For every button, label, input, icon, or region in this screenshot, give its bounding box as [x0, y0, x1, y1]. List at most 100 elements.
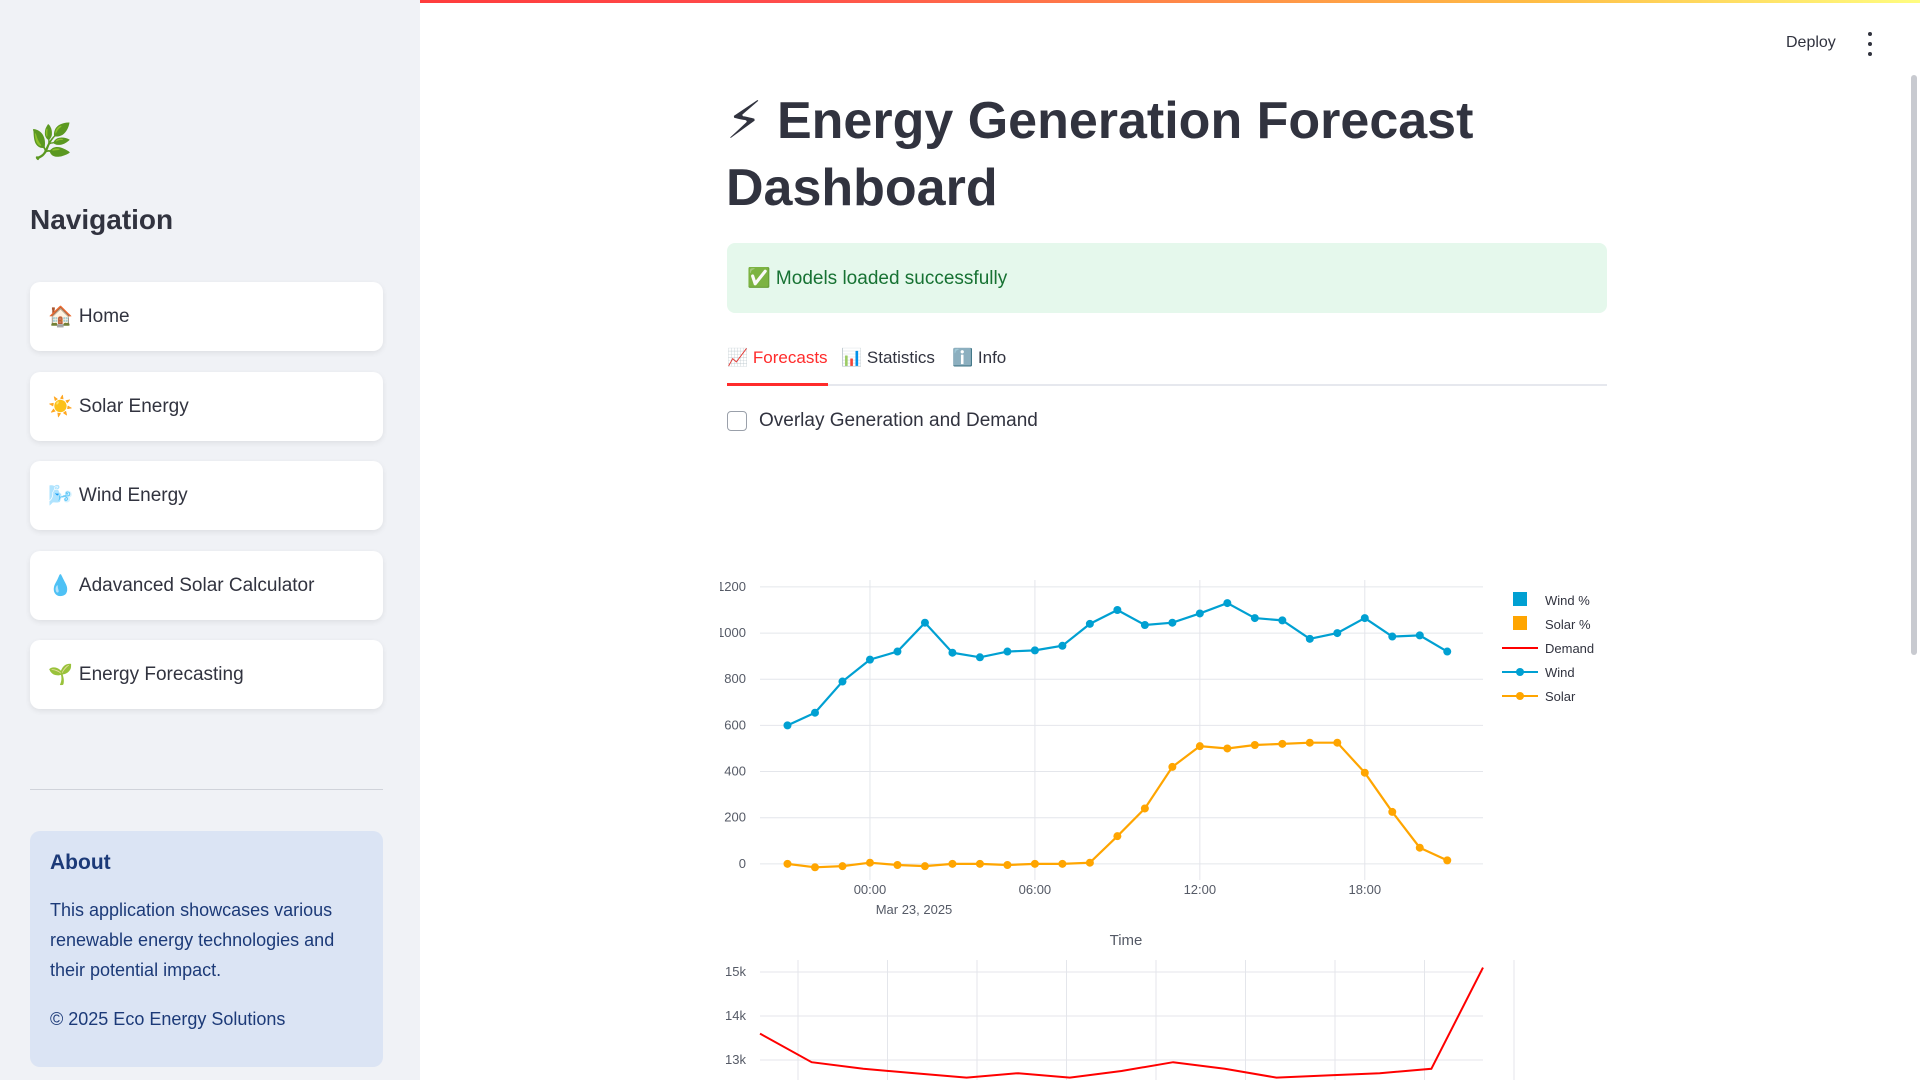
solar-point[interactable]: [1223, 744, 1232, 753]
nav-label: Energy Forecasting: [78, 663, 244, 685]
legend-label[interactable]: Solar: [1545, 689, 1576, 704]
wind-point[interactable]: [1443, 647, 1452, 656]
y-tick-label: 0: [739, 856, 746, 871]
solar-point[interactable]: [975, 859, 984, 868]
page-title: ⚡ Energy Generation Forecast Dashboard: [726, 88, 1626, 222]
solar-point[interactable]: [893, 861, 902, 869]
legend-swatch[interactable]: [1513, 616, 1527, 630]
solar-point[interactable]: [948, 859, 957, 868]
solar-point[interactable]: [920, 862, 929, 871]
y-tick-label: 400: [724, 764, 746, 779]
wind-point[interactable]: [1360, 614, 1369, 623]
y-tick-label: 14k: [725, 1008, 746, 1023]
wind-point[interactable]: [893, 647, 902, 656]
wind-point[interactable]: [1305, 634, 1314, 643]
x-tick-label: 18:00: [1349, 882, 1382, 897]
about-title: About: [50, 851, 111, 874]
solar-point[interactable]: [1278, 739, 1287, 748]
lightning-icon: ⚡: [726, 92, 763, 150]
wind-point[interactable]: [1250, 614, 1259, 623]
wind-point[interactable]: [838, 677, 847, 686]
tab-label: Statistics: [866, 348, 935, 367]
solar-point[interactable]: [810, 863, 819, 872]
about-box: About This application showcases various…: [30, 831, 383, 1067]
nav-wind-button[interactable]: 🌬️ Wind Energy: [30, 461, 383, 530]
leaf-logo-icon: 🌿: [30, 123, 73, 161]
nav-solar-button[interactable]: ☀️ Solar Energy: [30, 372, 383, 441]
wind-point[interactable]: [1003, 647, 1012, 656]
checkbox-box[interactable]: [727, 411, 747, 431]
tab-info[interactable]: ℹ️ Info: [952, 346, 1006, 386]
chart-up-icon: 📈: [727, 348, 749, 367]
solar-point[interactable]: [1030, 859, 1039, 868]
solar-point[interactable]: [865, 858, 874, 867]
wind-point[interactable]: [1030, 646, 1039, 655]
bar-chart-icon: 📊: [841, 348, 863, 367]
wind-point[interactable]: [1058, 641, 1067, 650]
solar-line: [787, 741, 1448, 869]
wind-point[interactable]: [1415, 631, 1424, 640]
sidebar-divider: [30, 789, 383, 790]
nav-label: Adavanced Solar Calculator: [78, 574, 315, 596]
nav-home-button[interactable]: 🏠 Home: [30, 282, 383, 351]
wind-point[interactable]: [1388, 632, 1397, 641]
wind-point[interactable]: [1278, 616, 1287, 625]
solar-point[interactable]: [1085, 858, 1094, 867]
wind-point[interactable]: [1085, 619, 1094, 628]
solar-point[interactable]: [1415, 843, 1424, 852]
wind-point[interactable]: [1168, 618, 1177, 627]
solar-point[interactable]: [1360, 768, 1369, 777]
legend-swatch[interactable]: [1513, 592, 1527, 606]
legend-label[interactable]: Solar %: [1545, 617, 1591, 632]
solar-point[interactable]: [1003, 861, 1012, 869]
tab-forecasts[interactable]: 📈 Forecasts: [727, 346, 828, 386]
wind-point[interactable]: [810, 708, 819, 717]
wind-point[interactable]: [1195, 609, 1204, 618]
legend-marker: [1516, 668, 1524, 676]
wind-point[interactable]: [865, 655, 874, 664]
generation-chart: 0 200 400 600 800 1000 1200 00:00 06:00 12:00 18:…: [720, 579, 1594, 949]
solar-point[interactable]: [1058, 859, 1067, 868]
solar-point[interactable]: [1168, 762, 1177, 771]
wind-point[interactable]: [1223, 599, 1232, 608]
solar-point[interactable]: [1250, 741, 1259, 749]
wind-point[interactable]: [948, 648, 957, 657]
sidebar: 🌿 Navigation 🏠 Home ☀️ Solar Energy 🌬️ W…: [0, 0, 420, 1080]
legend-label[interactable]: Wind: [1545, 665, 1575, 680]
solar-point[interactable]: [1140, 804, 1149, 813]
nav-forecasting-button[interactable]: 🌱 Energy Forecasting: [30, 640, 383, 709]
wind-point[interactable]: [920, 618, 929, 627]
wind-point[interactable]: [1113, 606, 1122, 614]
wind-point[interactable]: [783, 721, 792, 730]
solar-point[interactable]: [838, 862, 847, 871]
solar-point[interactable]: [1305, 738, 1314, 747]
y-tick-label: 600: [724, 717, 746, 732]
legend-label[interactable]: Demand: [1545, 641, 1594, 656]
solar-point[interactable]: [1195, 742, 1204, 751]
solar-point[interactable]: [783, 859, 792, 868]
solar-point[interactable]: [1388, 807, 1397, 816]
seedling-icon: 🌱: [48, 664, 73, 686]
solar-point[interactable]: [1443, 856, 1452, 865]
deploy-button[interactable]: Deploy: [1786, 34, 1836, 52]
wind-point[interactable]: [1140, 621, 1149, 629]
wind-point[interactable]: [975, 653, 984, 662]
solar-point[interactable]: [1333, 738, 1342, 747]
tab-statistics[interactable]: 📊 Statistics: [841, 346, 935, 386]
x-tick-label: 06:00: [1019, 882, 1052, 897]
nav-label: Solar Energy: [78, 395, 189, 417]
tab-label: Info: [977, 348, 1007, 367]
more-options-icon[interactable]: [1865, 32, 1875, 56]
nav-title: Navigation: [30, 204, 174, 235]
overlay-checkbox[interactable]: Overlay Generation and Demand: [727, 410, 1038, 432]
tab-label: Forecasts: [752, 348, 828, 367]
nav-solar-calculator-button[interactable]: 💧 Adavanced Solar Calculator: [30, 551, 383, 620]
wind-line: [787, 601, 1448, 727]
legend-label[interactable]: Wind %: [1545, 593, 1590, 608]
solar-point[interactable]: [1113, 832, 1122, 841]
nav-label: Wind Energy: [78, 484, 188, 506]
x-axis-label: Time: [1110, 932, 1143, 949]
x-date-label: Mar 23, 2025: [876, 902, 953, 917]
wind-point[interactable]: [1333, 629, 1342, 638]
scrollbar[interactable]: [1911, 75, 1917, 655]
